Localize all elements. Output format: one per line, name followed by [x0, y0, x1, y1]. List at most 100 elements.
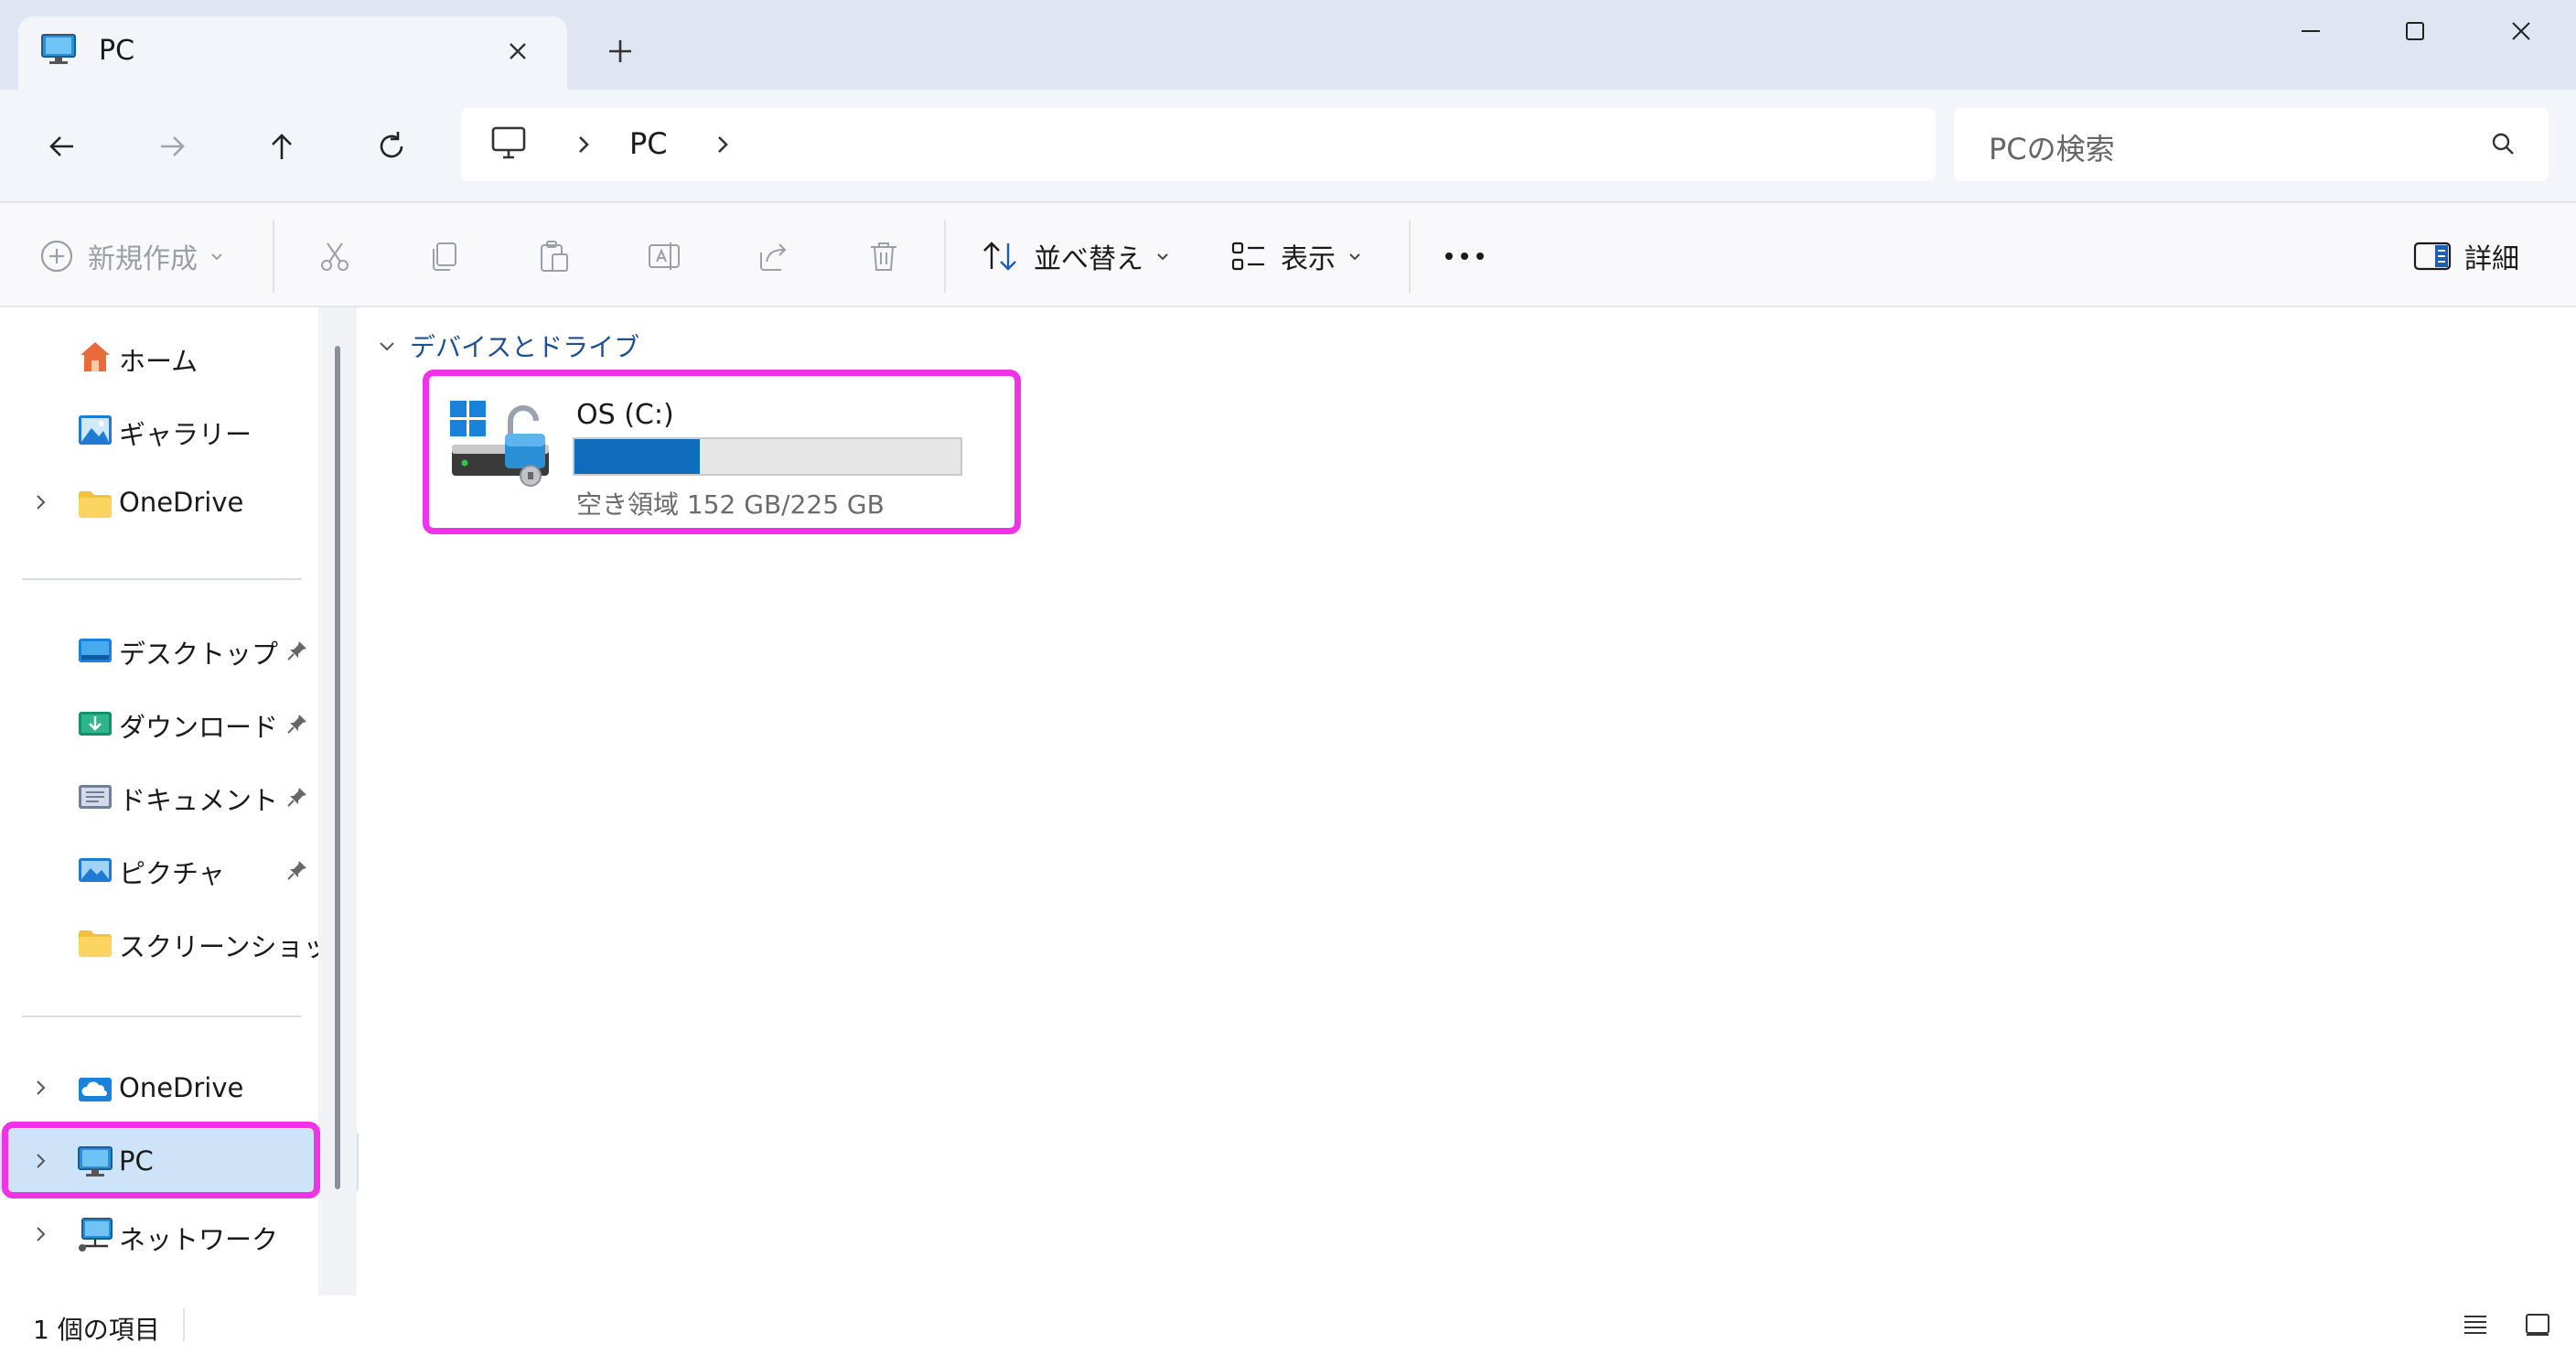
up-arrow-icon[interactable] [258, 123, 306, 170]
drive-usage-fill [574, 439, 700, 474]
search-box[interactable]: PCの検索 [1954, 108, 2549, 181]
pc-icon [77, 1144, 113, 1180]
sidebar-item-label: デスクトップ [119, 639, 279, 670]
content-area: デバイスとドライブ OS (C:) 空き領域 152 GB/225 GB [359, 307, 2576, 1295]
chevron-down-icon [1347, 248, 1363, 264]
sidebar-divider [22, 1016, 302, 1017]
sidebar-item-pictures[interactable]: ピクチャ [0, 836, 359, 902]
pictures-folder-icon [77, 851, 113, 887]
new-button[interactable]: 新規作成 [38, 203, 225, 309]
tab-pc[interactable]: PC [18, 16, 567, 90]
chevron-right-icon[interactable] [31, 492, 51, 512]
gallery-icon [77, 412, 113, 448]
sidebar-item-gallery[interactable]: ギャラリー [0, 397, 359, 463]
chevron-right-icon[interactable] [31, 1151, 51, 1171]
rename-button[interactable] [646, 203, 682, 309]
folder-icon [77, 485, 113, 521]
address-bar[interactable]: PC [461, 108, 1936, 181]
sidebar-item-label: ピクチャ [119, 858, 225, 889]
sidebar-item-desktop[interactable]: デスクトップ [0, 617, 359, 682]
details-pane-label: 詳細 [2464, 243, 2519, 275]
minimize-icon[interactable] [2283, 13, 2338, 49]
add-circle-icon [38, 238, 75, 274]
chevron-down-icon[interactable] [377, 336, 397, 356]
search-icon[interactable] [2488, 130, 2517, 159]
breadcrumb-pc[interactable]: PC [629, 126, 668, 161]
details-view-icon[interactable] [2457, 1308, 2494, 1341]
drive-free-space: 空き領域 152 GB/225 GB [576, 489, 885, 520]
pc-icon [40, 33, 77, 66]
toolbar-divider [944, 220, 946, 293]
refresh-icon[interactable] [368, 123, 415, 170]
large-icons-view-icon[interactable] [2519, 1308, 2556, 1341]
view-layout-icon [1229, 238, 1268, 274]
pin-icon[interactable] [285, 785, 309, 809]
sidebar-item-onedrive[interactable]: OneDrive [0, 1056, 359, 1122]
paste-icon [536, 238, 573, 274]
sidebar-item-home[interactable]: ホーム [0, 324, 359, 390]
pin-icon[interactable] [285, 712, 309, 736]
maximize-icon[interactable] [2388, 13, 2442, 49]
cut-icon [317, 238, 353, 274]
chevron-right-icon[interactable] [31, 1078, 51, 1098]
delete-icon [865, 238, 902, 274]
details-pane-icon [2413, 241, 2452, 272]
onedrive-cloud-icon [77, 1070, 113, 1107]
monitor-icon [490, 124, 527, 161]
breadcrumb-chevron-icon[interactable] [710, 132, 735, 157]
sidebar-item-label: ホーム [119, 346, 199, 377]
status-bar: 1 個の項目 [0, 1295, 2576, 1354]
folder-icon [77, 924, 113, 961]
more-options-button[interactable] [1444, 203, 1486, 309]
sort-button-label: 並べ替え [1034, 243, 1143, 275]
cut-button[interactable] [317, 203, 353, 309]
address-row: PC PCの検索 [0, 90, 2576, 201]
details-pane-button[interactable]: 詳細 [2413, 203, 2519, 309]
sidebar-item-label: OneDrive [119, 487, 244, 518]
sidebar-item-label: ダウンロード [119, 712, 279, 743]
search-placeholder[interactable]: PCの検索 [1989, 126, 2115, 168]
toolbar-divider [1409, 220, 1411, 293]
download-folder-icon [77, 704, 113, 741]
sidebar-item-documents[interactable]: ドキュメント [0, 763, 359, 829]
new-tab-icon[interactable] [604, 35, 637, 68]
title-bar: PC [0, 0, 2576, 90]
pin-icon[interactable] [285, 858, 309, 882]
chevron-right-icon[interactable] [31, 1224, 51, 1244]
sort-button[interactable]: 並べ替え [981, 203, 1171, 309]
group-header-label: デバイスとドライブ [410, 332, 640, 362]
chevron-down-icon [1154, 248, 1171, 264]
sort-arrows-icon [981, 238, 1021, 274]
delete-button[interactable] [865, 203, 902, 309]
sidebar-item-network[interactable]: ネットワーク [0, 1202, 359, 1268]
copy-button[interactable] [426, 203, 463, 309]
navigation-pane: ホーム ギャラリー OneDrive デスクトップ ダウンロード ドキュメント … [0, 307, 359, 1295]
share-button[interactable] [756, 203, 792, 309]
sidebar-item-downloads[interactable]: ダウンロード [0, 690, 359, 756]
paste-button[interactable] [536, 203, 573, 309]
rename-icon [646, 238, 682, 274]
sidebar-item-label: ドキュメント [119, 785, 279, 816]
sidebar-item-label: PC [119, 1145, 154, 1177]
drive-usage-bar [573, 437, 962, 476]
sidebar-item-pc[interactable]: PC [0, 1129, 359, 1195]
group-header[interactable]: デバイスとドライブ [377, 328, 639, 364]
close-icon[interactable] [2494, 13, 2549, 49]
close-tab-icon[interactable] [503, 37, 532, 66]
sidebar-divider [22, 578, 302, 580]
breadcrumb-chevron-icon[interactable] [571, 132, 596, 157]
locked-drive-icon [448, 399, 558, 490]
new-button-label: 新規作成 [88, 243, 198, 275]
forward-arrow-icon[interactable] [148, 123, 196, 170]
sidebar-item-onedrive-folder[interactable]: OneDrive [0, 470, 359, 536]
sidebar-item-label: ギャラリー [119, 419, 252, 450]
network-icon [77, 1217, 113, 1253]
view-button[interactable]: 表示 [1229, 203, 1363, 309]
sidebar-item-screenshots[interactable]: スクリーンショット [0, 909, 359, 975]
drive-tile-c[interactable]: OS (C:) 空き領域 152 GB/225 GB [430, 381, 1015, 527]
sidebar-scrollbar-thumb[interactable] [335, 346, 340, 1189]
back-arrow-icon[interactable] [38, 123, 86, 170]
pin-icon[interactable] [285, 639, 309, 662]
share-icon [756, 238, 792, 274]
drive-name: OS (C:) [576, 399, 674, 431]
